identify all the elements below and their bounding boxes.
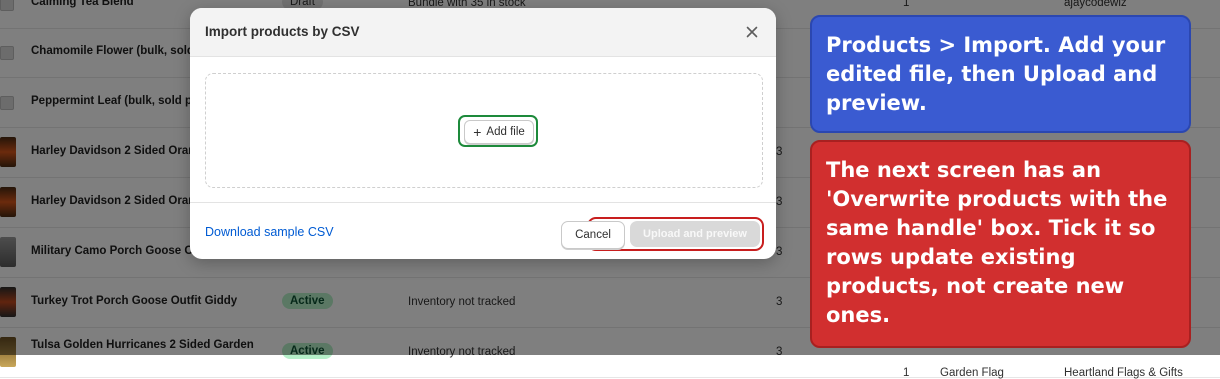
modal-footer: Download sample CSV Cancel Upload and pr… xyxy=(190,202,776,259)
add-file-button[interactable]: + Add file xyxy=(464,120,534,144)
catalogs-count: 1 xyxy=(903,367,910,379)
import-products-modal: Import products by CSV + Add file Downlo… xyxy=(190,8,776,259)
callout-import-instructions: Products > Import. Add your edited file,… xyxy=(810,15,1191,133)
vendor-text: Heartland Flags & Gifts xyxy=(1064,367,1183,379)
add-file-highlight: + Add file xyxy=(458,115,538,147)
category-text: Garden Flag xyxy=(940,367,1004,379)
upload-and-preview-button[interactable]: Upload and preview xyxy=(630,221,760,247)
modal-title: Import products by CSV xyxy=(205,24,360,39)
add-file-label: Add file xyxy=(486,126,525,138)
cancel-button[interactable]: Cancel xyxy=(561,221,625,249)
plus-icon: + xyxy=(473,124,482,140)
close-icon[interactable] xyxy=(742,22,762,42)
modal-header: Import products by CSV xyxy=(190,8,776,57)
callout-overwrite-instructions: The next screen has an 'Overwrite produc… xyxy=(810,140,1191,348)
file-dropzone[interactable]: + Add file xyxy=(205,73,763,188)
download-sample-csv-link[interactable]: Download sample CSV xyxy=(205,225,334,239)
